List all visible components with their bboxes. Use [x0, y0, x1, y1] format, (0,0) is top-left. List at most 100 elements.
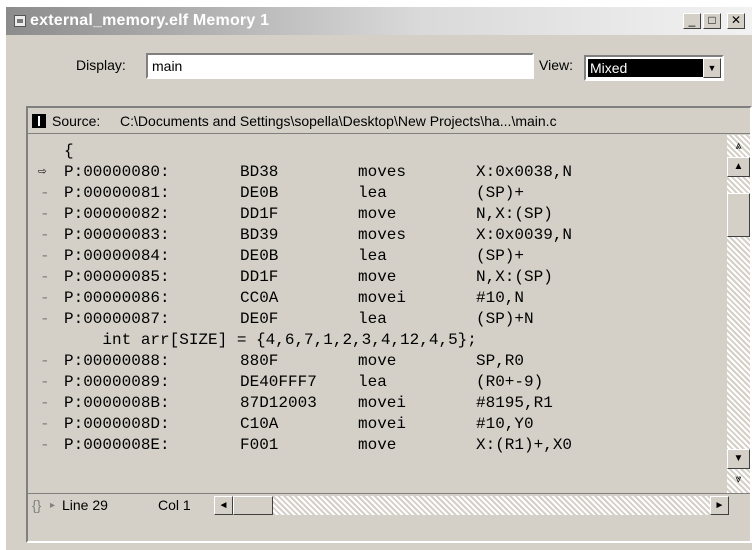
window-title: external_memory.elf Memory 1: [30, 12, 270, 29]
address: P:00000084:: [64, 247, 170, 265]
display-label: Display:: [76, 57, 126, 73]
mnemonic: movei: [358, 289, 407, 307]
operands: X:(R1)+,X0: [476, 436, 573, 454]
source-label: Source:: [52, 113, 101, 129]
vertical-scrollbar[interactable]: ⩓ ▲ ▼ ⩔: [727, 135, 750, 493]
breakpoint-gutter-dash[interactable]: -: [40, 246, 52, 267]
operands: #8195,R1: [476, 394, 553, 412]
source-path: C:\Documents and Settings\sopella\Deskto…: [120, 113, 557, 129]
source-line[interactable]: {: [28, 141, 727, 162]
address: P:00000087:: [64, 310, 170, 328]
address: P:00000089:: [64, 373, 170, 391]
maximize-button[interactable]: □: [703, 13, 721, 29]
address: P:0000008E:: [64, 436, 170, 454]
breakpoint-gutter-dash[interactable]: -: [40, 267, 52, 288]
opcode: DE0F: [240, 310, 279, 328]
address: P:00000082:: [64, 205, 170, 223]
opcode: 880F: [240, 352, 279, 370]
source-line[interactable]: int arr[SIZE] = {4,6,7,1,2,3,4,12,4,5};: [28, 330, 727, 351]
disassembly-line[interactable]: ⇨ P:00000080: BD38 moves X:0x0038,N: [28, 162, 727, 183]
breakpoint-gutter-dash[interactable]: -: [40, 288, 52, 309]
scroll-right-button[interactable]: ►: [710, 496, 729, 515]
operands: #10,N: [476, 289, 525, 307]
breakpoint-gutter-dash[interactable]: -: [40, 393, 52, 414]
disassembly-line[interactable]: - P:0000008E: F001 move X:(R1)+,X0: [28, 435, 727, 456]
display-input[interactable]: main: [146, 53, 534, 79]
opcode: BD38: [240, 163, 279, 181]
breakpoint-gutter-dash[interactable]: -: [40, 372, 52, 393]
opcode: BD39: [240, 226, 279, 244]
address: P:00000085:: [64, 268, 170, 286]
disassembly-line[interactable]: - P:0000008D: C10A movei #10,Y0: [28, 414, 727, 435]
address: P:00000088:: [64, 352, 170, 370]
disassembly-line[interactable]: - P:00000088: 880F move SP,R0: [28, 351, 727, 372]
operands: X:0x0038,N: [476, 163, 573, 181]
operands: (SP)+: [476, 184, 525, 202]
disassembly-line[interactable]: - P:00000084: DE0B lea (SP)+: [28, 246, 727, 267]
breakpoint-gutter-dash[interactable]: -: [40, 309, 52, 330]
source-path-line: Source: C:\Documents and Settings\sopell…: [52, 113, 557, 129]
view-select[interactable]: Mixed ▼: [584, 55, 724, 81]
chevron-down-icon[interactable]: ▼: [703, 58, 721, 78]
disassembly-line[interactable]: - P:0000008B: 87D12003 movei #8195,R1: [28, 393, 727, 414]
source-toggle-icon[interactable]: [32, 114, 46, 128]
mnemonic: move: [358, 205, 397, 223]
mnemonic: lea: [358, 184, 387, 202]
mnemonic: lea: [358, 247, 387, 265]
address: P:00000083:: [64, 226, 170, 244]
horizontal-scroll-thumb[interactable]: [233, 496, 273, 515]
breakpoint-gutter-dash[interactable]: -: [40, 435, 52, 456]
disassembly-line[interactable]: - P:00000085: DD1F move N,X:(SP): [28, 267, 727, 288]
view-selected-value: Mixed: [588, 59, 706, 77]
mnemonic: move: [358, 436, 397, 454]
status-bar: {} ▸ Line 29 Col 1 ◄ ►: [28, 493, 750, 517]
mnemonic: move: [358, 352, 397, 370]
view-label: View:: [539, 57, 573, 73]
disassembly-line[interactable]: - P:00000081: DE0B lea (SP)+: [28, 183, 727, 204]
mnemonic: moves: [358, 163, 407, 181]
braces-icon: {}: [32, 497, 42, 513]
opcode: C10A: [240, 415, 279, 433]
column-indicator: Col 1: [158, 497, 191, 513]
disassembly-line[interactable]: - P:00000087: DE0F lea (SP)+N: [28, 309, 727, 330]
mnemonic: lea: [358, 373, 387, 391]
mnemonic: movei: [358, 394, 407, 412]
opcode: DE0B: [240, 247, 279, 265]
scroll-down-button[interactable]: ▼: [727, 449, 750, 469]
address: P:0000008D:: [64, 415, 170, 433]
operands: (SP)+N: [476, 310, 534, 328]
breakpoint-gutter-dash[interactable]: -: [40, 351, 52, 372]
opcode: DD1F: [240, 205, 279, 223]
operands: N,X:(SP): [476, 268, 553, 286]
breakpoint-gutter-dash[interactable]: -: [40, 204, 52, 225]
scroll-top-icon[interactable]: ⩓: [727, 137, 750, 157]
minimize-button[interactable]: _: [683, 13, 701, 29]
scroll-up-button[interactable]: ▲: [727, 157, 750, 177]
address: P:00000086:: [64, 289, 170, 307]
disassembly-line[interactable]: - P:00000083: BD39 moves X:0x0039,N: [28, 225, 727, 246]
opcode: DE40FFF7: [240, 373, 317, 391]
address: P:00000081:: [64, 184, 170, 202]
disassembly-line[interactable]: - P:00000089: DE40FFF7 lea (R0+-9): [28, 372, 727, 393]
scroll-left-button[interactable]: ◄: [214, 496, 233, 515]
title-bar[interactable]: external_memory.elf Memory 1 _ □ ✕: [6, 7, 752, 35]
breakpoint-gutter-dash[interactable]: -: [40, 414, 52, 435]
opcode: DD1F: [240, 268, 279, 286]
opcode: CC0A: [240, 289, 279, 307]
disassembly-line[interactable]: - P:00000082: DD1F move N,X:(SP): [28, 204, 727, 225]
scroll-bottom-icon[interactable]: ⩔: [727, 470, 750, 490]
breakpoint-gutter-dash[interactable]: -: [40, 225, 52, 246]
breakpoint-gutter-dash[interactable]: -: [40, 183, 52, 204]
scroll-thumb[interactable]: [727, 193, 750, 237]
horizontal-scrollbar[interactable]: ◄ ►: [214, 496, 729, 515]
code-view[interactable]: {⇨ P:00000080: BD38 moves X:0x0038,N - P:00000…: [28, 135, 727, 493]
disassembly-line[interactable]: - P:00000086: CC0A movei #10,N: [28, 288, 727, 309]
opcode: F001: [240, 436, 279, 454]
mnemonic: move: [358, 268, 397, 286]
source-pane: Source: C:\Documents and Settings\sopell…: [26, 106, 752, 543]
close-button[interactable]: ✕: [727, 13, 745, 29]
source-bar: Source: C:\Documents and Settings\sopell…: [28, 108, 750, 134]
window-icon[interactable]: [14, 15, 26, 27]
operands: X:0x0039,N: [476, 226, 573, 244]
mnemonic: moves: [358, 226, 407, 244]
